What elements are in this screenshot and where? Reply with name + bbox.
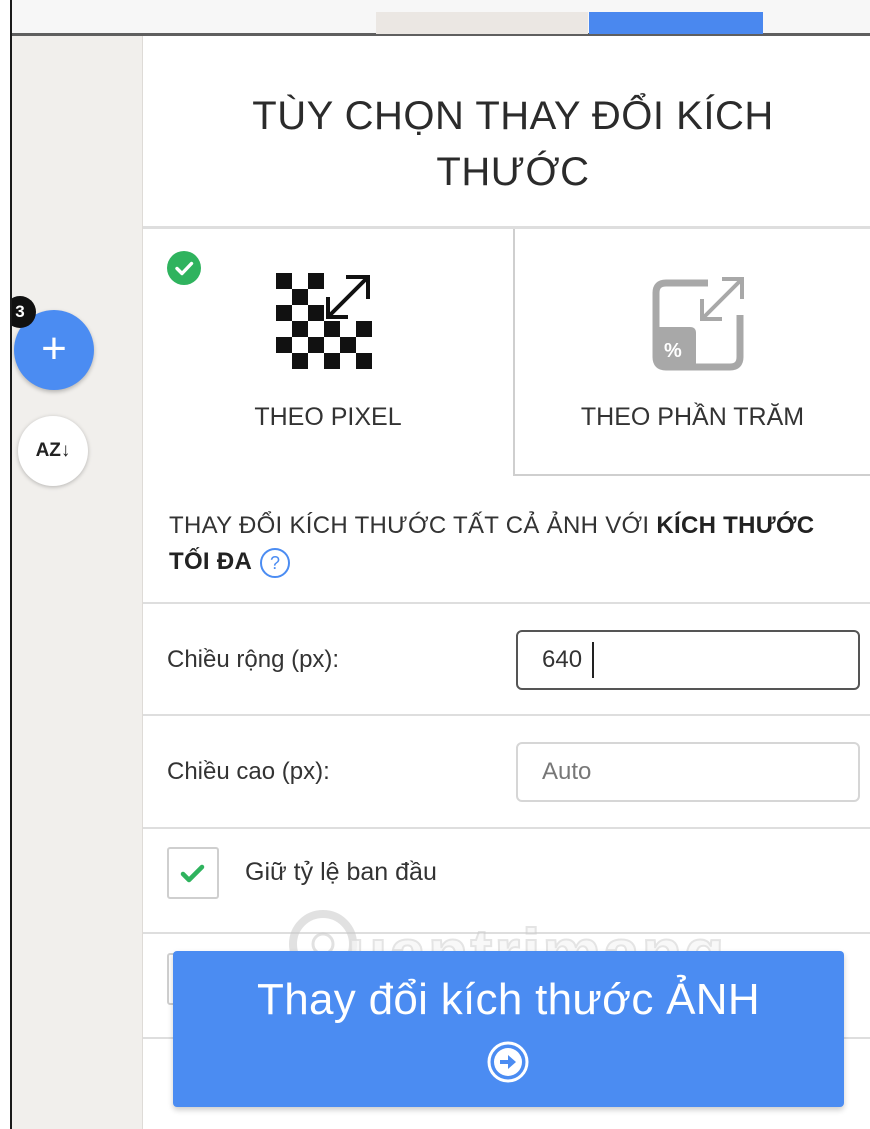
divider [143, 602, 870, 604]
height-input[interactable] [516, 742, 860, 802]
resize-images-label: Thay đổi kích thước ẢNH [257, 975, 760, 1024]
selected-check-icon [167, 251, 201, 285]
keep-ratio-checkbox[interactable] [167, 847, 219, 899]
mode-percent-option[interactable]: % THEO PHẦN TRĂM [513, 229, 870, 476]
divider [143, 714, 870, 716]
svg-text:%: % [664, 340, 682, 362]
resize-description: THAY ĐỔI KÍCH THƯỚC TẤT CẢ ẢNH VỚI KÍCH … [169, 508, 849, 580]
width-input[interactable] [516, 630, 860, 690]
description-prefix: THAY ĐỔI KÍCH THƯỚC TẤT CẢ ẢNH VỚI [169, 512, 657, 539]
app-window: + 3 AZ↓ TÙY CHỌN THAY ĐỔI KÍCH THƯỚC THE… [0, 0, 870, 1129]
sort-az-button[interactable]: AZ↓ [18, 416, 88, 486]
divider [143, 932, 870, 934]
mode-pixel-label: THEO PIXEL [254, 403, 402, 431]
top-tab-active[interactable] [589, 12, 763, 34]
top-bar [10, 0, 870, 36]
width-label: Chiều rộng (px): [167, 646, 340, 673]
text-cursor [592, 642, 594, 678]
mode-percent-label: THEO PHẦN TRĂM [580, 403, 805, 431]
percent-resize-icon: % [650, 273, 750, 378]
mode-pixel-option[interactable]: THEO PIXEL [143, 229, 513, 476]
checkmark-icon [180, 864, 205, 883]
help-icon[interactable]: ? [260, 547, 291, 578]
arrow-right-circle-icon [486, 1040, 530, 1084]
height-label: Chiều cao (px): [167, 758, 330, 785]
resize-mode-selector: THEO PIXEL % THEO PHẦN TRĂM [143, 229, 870, 476]
divider [143, 827, 870, 829]
keep-ratio-label: Giữ tỷ lệ ban đầu [245, 858, 437, 886]
sidebar [12, 36, 143, 1129]
pixel-resize-icon [276, 273, 376, 378]
top-tab-inactive[interactable] [376, 12, 588, 34]
page-title: TÙY CHỌN THAY ĐỔI KÍCH THƯỚC [252, 94, 774, 194]
window-edge [0, 0, 12, 1129]
resize-images-button[interactable]: Thay đổi kích thước ẢNH [173, 951, 844, 1107]
